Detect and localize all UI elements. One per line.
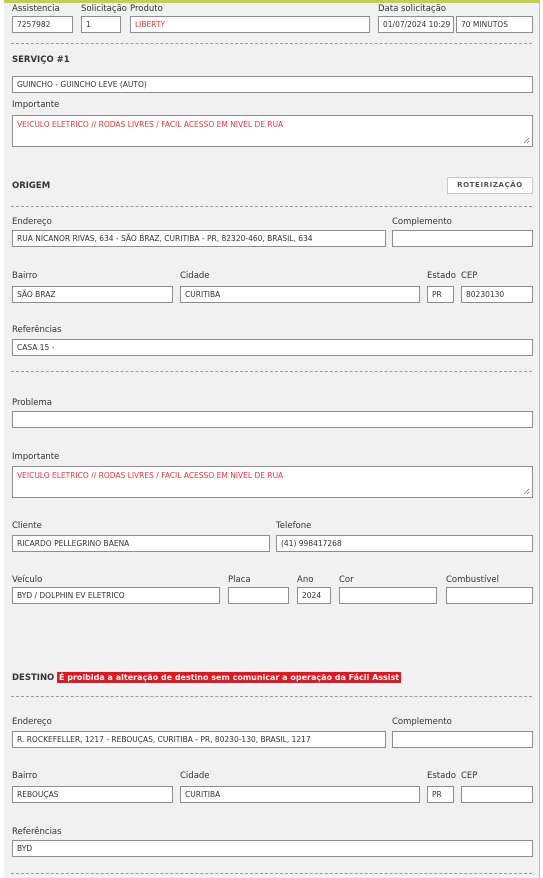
servico-importante-text: VEICULO ELETRICO // RODAS LIVRES / FACIL… <box>17 120 284 129</box>
divider <box>11 43 532 44</box>
label-estado: Estado <box>427 271 456 281</box>
origem-title: ORIGEM <box>12 181 51 191</box>
divider <box>11 696 532 697</box>
origem-cidade-field[interactable]: CURITIBA <box>180 286 420 303</box>
label-placa: Placa <box>228 575 251 585</box>
label-produto: Produto <box>130 4 163 14</box>
label-cidade: Cidade <box>180 271 210 281</box>
label-combustivel: Combustível <box>446 575 499 585</box>
label-data-solicitacao: Data solicitação <box>378 4 447 14</box>
placa-field[interactable] <box>228 587 289 604</box>
resize-grip-icon[interactable] <box>523 488 530 495</box>
divider <box>11 371 532 372</box>
origem-cep-field[interactable]: 80230130 <box>461 286 533 303</box>
divider <box>11 206 532 207</box>
label-cor: Cor <box>339 575 354 585</box>
destino-referencias-field[interactable]: BYD <box>12 840 533 857</box>
telefone-field[interactable]: (41) 998417268 <box>276 535 533 552</box>
label-assistencia: Assistencia <box>12 4 60 14</box>
label-cliente: Cliente <box>12 521 42 531</box>
problema-field[interactable] <box>12 411 533 428</box>
cliente-field[interactable]: RICARDO PELLEGRINO BAENA <box>12 535 270 552</box>
label-cidade: Cidade <box>180 771 210 781</box>
label-problema: Problema <box>12 398 52 408</box>
label-bairro: Bairro <box>12 771 38 781</box>
label-ano: Ano <box>297 575 314 585</box>
label-cep: CEP <box>461 271 478 281</box>
destino-warning-badge: É proibida a alteração de destino sem co… <box>57 672 402 683</box>
label-complemento: Complemento <box>392 717 452 727</box>
origem-referencias-field[interactable]: CASA 15 - <box>12 339 533 356</box>
cor-field[interactable] <box>339 587 437 604</box>
label-importante-2: Importante <box>12 452 60 462</box>
produto-field[interactable]: LIBERTY <box>130 16 370 33</box>
solicitacao-field[interactable]: 1 <box>81 16 121 33</box>
destino-title: DESTINO <box>12 673 55 683</box>
label-solicitacao: Solicitação <box>81 4 127 14</box>
combustivel-field[interactable] <box>446 587 533 604</box>
label-referencias: Referências <box>12 827 62 837</box>
destino-estado-field[interactable]: PR <box>427 786 454 803</box>
servico-tipo-field[interactable]: GUINCHO - GUINCHO LEVE (AUTO) <box>12 76 533 93</box>
label-complemento: Complemento <box>392 217 452 227</box>
right-border <box>539 0 540 878</box>
data-solicitacao-field[interactable]: 01/07/2024 10:29 <box>378 16 454 33</box>
servico-importante-textarea[interactable]: VEICULO ELETRICO // RODAS LIVRES / FACIL… <box>12 115 533 147</box>
destino-complemento-field[interactable] <box>392 731 533 748</box>
assistencia-field[interactable]: 7257982 <box>12 16 73 33</box>
servico-title: SERVIÇO #1 <box>12 55 70 65</box>
importante-text: VEICULO ELETRICO // RODAS LIVRES / FACIL… <box>17 471 284 480</box>
destino-bairro-field[interactable]: REBOUÇAS <box>12 786 173 803</box>
label-bairro: Bairro <box>12 271 38 281</box>
label-referencias: Referências <box>12 325 62 335</box>
tempo-field[interactable]: 70 MINUTOS <box>456 16 533 33</box>
label-cep: CEP <box>461 771 478 781</box>
origem-endereco-field[interactable]: RUA NICANOR RIVAS, 634 - SÃO BRAZ, CURIT… <box>12 230 386 247</box>
destino-cep-field[interactable] <box>461 786 533 803</box>
destino-endereco-field[interactable]: R. ROCKEFELLER, 1217 - REBOUÇAS, CURITIB… <box>12 731 386 748</box>
origem-estado-field[interactable]: PR <box>427 286 454 303</box>
top-accent-bar <box>4 0 539 3</box>
label-estado: Estado <box>427 771 456 781</box>
ano-field[interactable]: 2024 <box>297 587 331 604</box>
label-telefone: Telefone <box>276 521 312 531</box>
label-endereco: Endereço <box>12 717 52 727</box>
label-endereco: Endereço <box>12 217 52 227</box>
label-veiculo: Veículo <box>12 575 43 585</box>
resize-grip-icon[interactable] <box>523 137 530 144</box>
label-importante: Importante <box>12 100 60 110</box>
divider <box>11 873 532 874</box>
veiculo-field[interactable]: BYD / DOLPHIN EV ELETRICO <box>12 587 220 604</box>
roteirizacao-button[interactable]: ROTEIRIZAÇÃO <box>447 177 533 194</box>
destino-cidade-field[interactable]: CURITIBA <box>180 786 420 803</box>
importante-textarea[interactable]: VEICULO ELETRICO // RODAS LIVRES / FACIL… <box>12 466 533 498</box>
origem-bairro-field[interactable]: SÃO BRAZ <box>12 286 173 303</box>
origem-complemento-field[interactable] <box>392 230 533 247</box>
